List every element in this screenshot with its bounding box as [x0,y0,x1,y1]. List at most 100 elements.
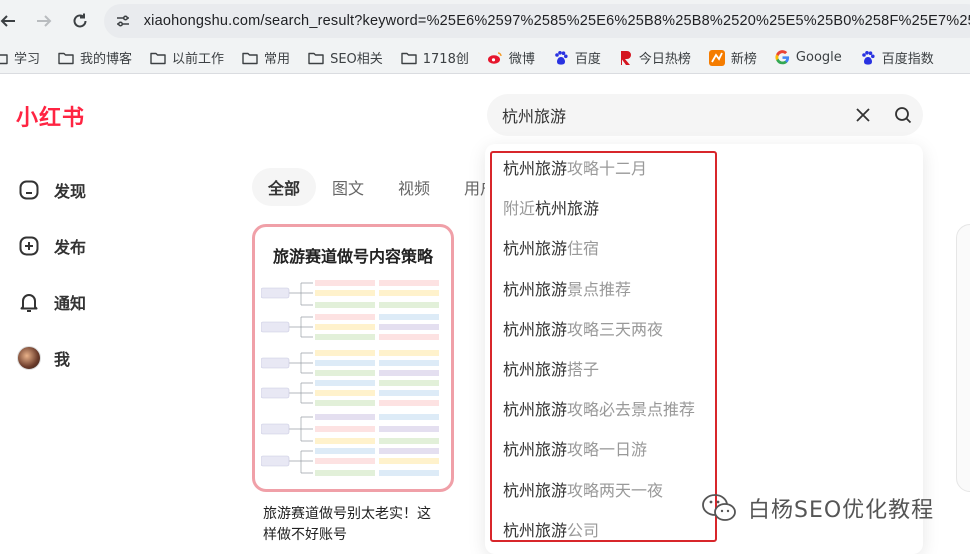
bookmark-item[interactable]: SEO相关 [308,48,383,67]
mindmap-image [261,280,439,476]
close-icon [856,108,870,122]
search-box[interactable]: 杭州旅游 [487,94,923,136]
bookmark-label: 学习 [14,52,41,67]
bookmark-item[interactable]: 微博 [487,48,535,67]
sidebar-item-label: 发布 [54,238,87,257]
suggestion-item[interactable]: 杭州旅游攻略十二月 [503,155,647,179]
bookmark-item[interactable]: 新榜 [708,48,757,67]
note-card-partial[interactable] [956,224,970,492]
bookmark-item[interactable]: 1718创 [401,48,469,67]
bookmark-label: 今日热榜 [638,52,691,67]
bookmark-item[interactable]: 我的博客 [58,48,132,67]
suggestion-item[interactable]: 杭州旅游攻略一日游 [503,436,647,460]
arrow-right-icon [37,15,52,27]
plus-circle-icon [16,233,42,259]
bookmark-label: 1718创 [422,52,469,67]
folder-icon [401,51,417,65]
suggestion-item[interactable]: 杭州旅游景点推荐 [503,276,631,300]
weibo-icon [487,51,503,65]
suggestion-item[interactable]: 杭州旅游住宿 [503,235,599,259]
baidu-icon [860,50,876,66]
folder-icon [150,51,166,65]
suggestion-match: 杭州旅游 [503,520,568,540]
bookmark-item[interactable]: 学习 [0,48,40,67]
suggestion-item[interactable]: 附近杭州旅游 [503,195,599,219]
forward-button[interactable] [26,3,62,39]
avatar [17,346,41,370]
bookmark-label: Google [795,50,842,65]
suggestion-item[interactable]: 杭州旅游攻略必去景点推荐 [503,396,695,420]
bookmarks-bar: 学习 我的博客 以前工作 常用 SEO相关 1718创 微博 百度 今日热榜 新榜 Google 百度… [0,42,970,74]
sidebar-item-label: 我 [54,350,71,369]
tab-image-text[interactable]: 图文 [332,168,364,206]
bookmark-label: SEO相关 [330,52,383,67]
bookmark-label: 我的博客 [80,52,133,67]
folder-icon [58,51,74,65]
tab-all[interactable]: 全部 [252,168,317,206]
suggestion-match: 杭州旅游 [503,400,568,420]
bookmark-item[interactable]: 百度指数 [860,48,934,67]
baidu-icon [553,50,569,66]
bookmark-label: 百度指数 [881,52,934,67]
back-button[interactable] [0,3,26,39]
suggestion-rest: 攻略三天两夜 [567,319,664,339]
browser-toolbar: xiaohongshu.com/search_result?keyword=%2… [0,0,970,42]
site-settings-icon[interactable] [114,10,132,32]
sidebar-item-label: 通知 [54,294,87,313]
suggestion-rest: 搭子 [567,360,600,379]
bell-icon [16,289,42,315]
suggestion-rest: 攻略十二月 [567,159,648,178]
reload-icon [73,13,87,28]
sidebar-item-notifications[interactable]: 通知 [16,289,86,315]
suggestion-match: 杭州旅游 [535,199,600,219]
note-card[interactable]: 旅游赛道做号内容策略 [252,224,454,492]
reload-button[interactable] [62,3,98,39]
sidebar-item-label: 发现 [54,182,87,201]
suggestion-match: 杭州旅游 [503,360,568,379]
xiaohongshu-logo[interactable]: 小红书 [16,100,85,132]
bookmark-item[interactable]: 常用 [242,48,290,67]
suggestion-rest: 景点推荐 [567,279,632,299]
bookmark-label: 以前工作 [172,52,225,67]
suggestion-prefix: 附近 [503,199,536,219]
bookmark-label: 百度 [574,52,601,67]
suggestion-match: 杭州旅游 [503,239,568,259]
sidebar-item-publish[interactable]: 发布 [16,233,86,259]
search-input[interactable]: 杭州旅游 [502,103,843,127]
suggestion-item[interactable]: 杭州旅游公司 [503,517,599,541]
address-bar[interactable]: xiaohongshu.com/search_result?keyword=%2… [104,4,970,38]
suggestion-rest: 攻略必去景点推荐 [567,400,696,420]
google-icon [775,50,790,65]
suggestion-item[interactable]: 杭州旅游攻略三天两夜 [503,316,663,340]
bookmark-label: 微博 [508,52,535,67]
bookmark-item[interactable]: 今日热榜 [619,48,691,67]
suggestion-match: 杭州旅游 [503,279,568,299]
suggestion-item[interactable]: 杭州旅游攻略两天一夜 [503,477,663,501]
bookmark-item[interactable]: 以前工作 [150,48,224,67]
bookmark-item[interactable]: Google [775,50,842,65]
suggestion-item[interactable]: 杭州旅游搭子 [503,356,599,380]
watermark-text: 白杨SEO优化教程 [748,498,935,523]
suggestion-match: 杭州旅游 [503,319,568,339]
clear-button[interactable] [843,95,883,135]
search-button[interactable] [883,95,923,135]
bookmark-label: 常用 [264,52,291,67]
tab-video[interactable]: 视频 [398,168,430,206]
bookmark-item[interactable]: 百度 [553,48,601,67]
suggestion-match: 杭州旅游 [503,440,568,460]
wechat-icon [702,494,736,521]
suggestion-match: 杭州旅游 [503,480,568,500]
sidebar-item-me[interactable]: 我 [16,345,70,371]
arrow-left-icon [0,15,15,27]
home-icon [16,177,42,203]
folder-icon [242,51,258,65]
rebang-icon [619,50,633,66]
note-card-title[interactable]: 旅游赛道做号别太老实！这样做不好账号 [263,504,443,546]
folder-icon [0,51,8,65]
avatar-wrap [16,345,42,371]
search-icon [895,107,912,124]
suggestion-match: 杭州旅游 [503,159,568,178]
folder-icon [308,51,324,65]
sidebar-item-discover[interactable]: 发现 [16,177,86,203]
url-text: xiaohongshu.com/search_result?keyword=%2… [143,13,970,29]
